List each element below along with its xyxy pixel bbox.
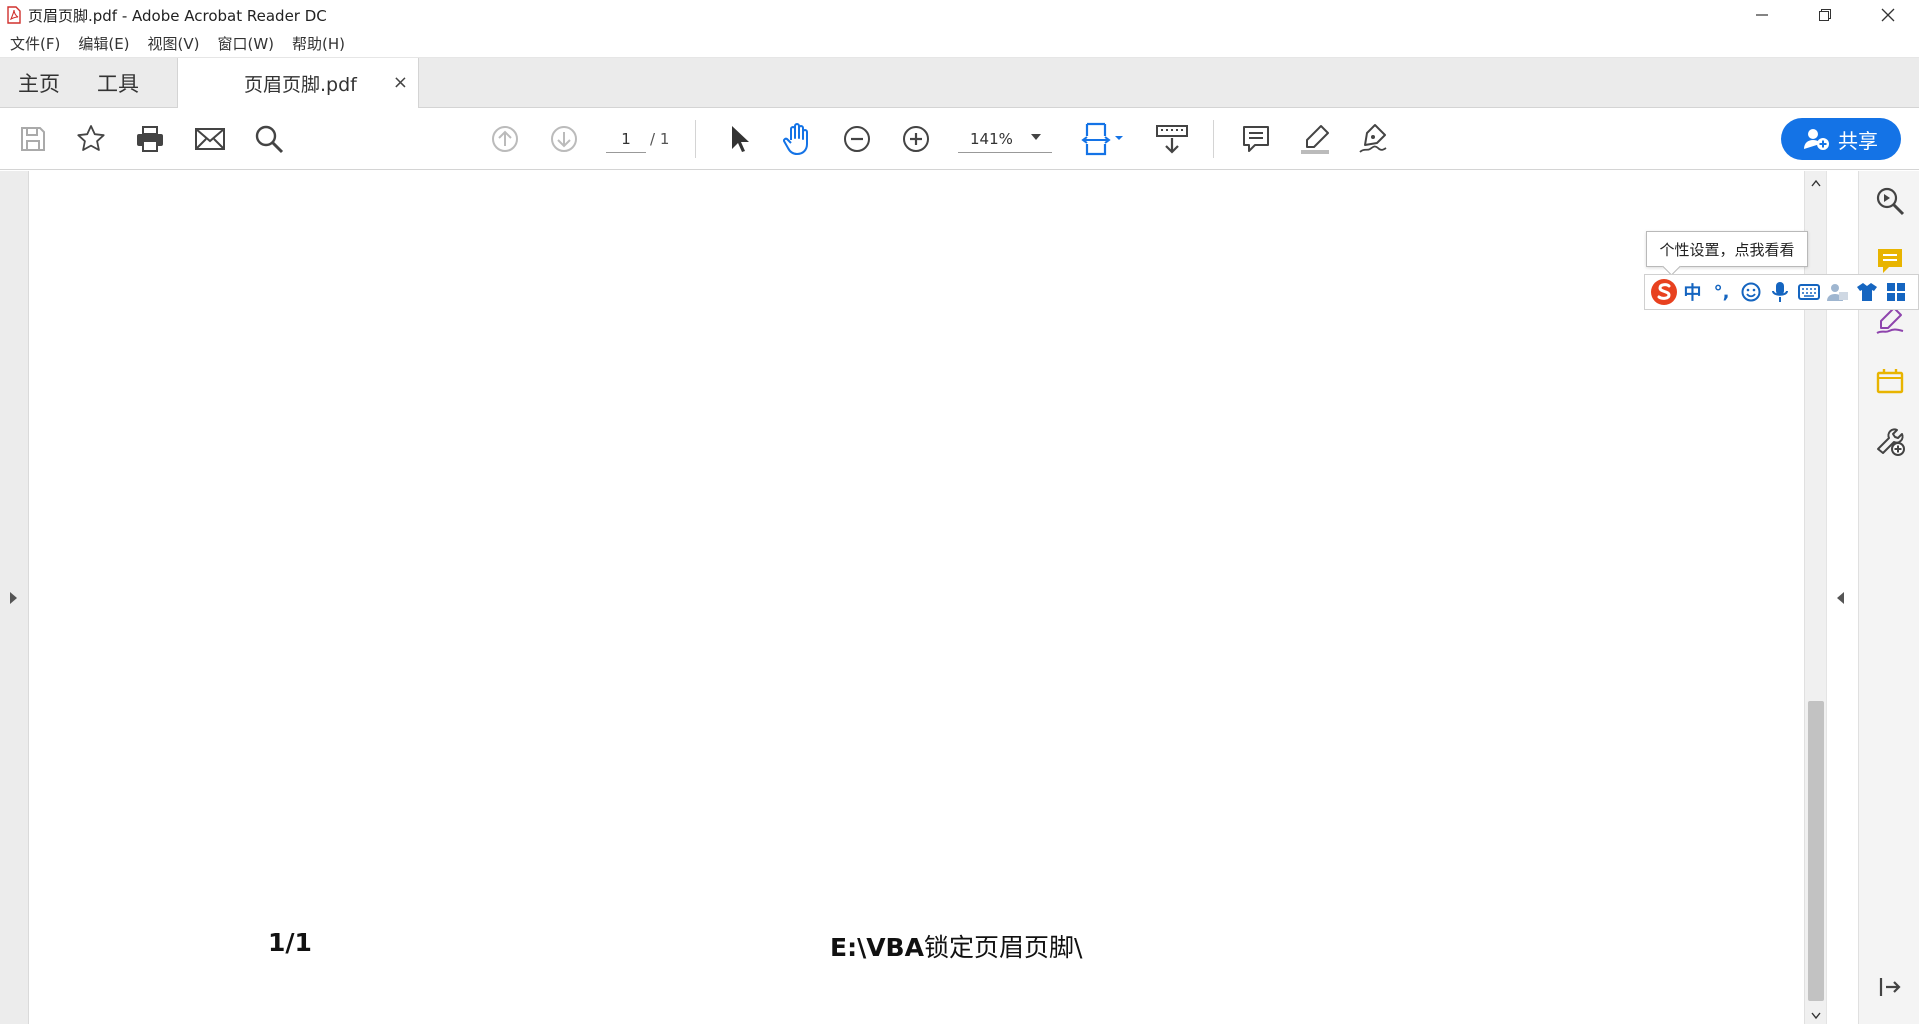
fit-page-button[interactable] — [1080, 122, 1128, 156]
footer-page-number: 1/1 — [268, 928, 312, 957]
search-button[interactable] — [252, 122, 286, 156]
search-icon — [255, 125, 284, 154]
zoom-in-button[interactable] — [899, 122, 933, 156]
stamp-icon — [1876, 369, 1904, 394]
previous-page-button[interactable] — [488, 122, 522, 156]
window-controls — [1730, 0, 1919, 30]
document-page — [30, 171, 1804, 1024]
ime-punctuation-toggle[interactable]: °, — [1707, 277, 1736, 307]
comment-tool-button[interactable] — [1874, 245, 1906, 277]
menu-window[interactable]: 窗口(W) — [218, 33, 275, 54]
arrow-up-circle-icon — [492, 126, 518, 152]
select-tool-button[interactable] — [722, 122, 756, 156]
close-tab-button[interactable]: × — [393, 72, 408, 93]
scrollbar-thumb[interactable] — [1808, 701, 1824, 1001]
toolbar-divider — [695, 120, 696, 158]
microphone-icon[interactable] — [1765, 277, 1794, 307]
bookmark-button[interactable] — [74, 122, 108, 156]
more-tools-button[interactable] — [1874, 425, 1906, 457]
hand-tool-button[interactable] — [781, 122, 815, 156]
sign-button[interactable] — [1357, 122, 1391, 156]
sogou-logo-icon[interactable] — [1649, 277, 1678, 307]
close-icon — [1881, 8, 1894, 22]
left-panel-toggle[interactable] — [0, 171, 29, 1024]
hand-icon — [783, 123, 808, 155]
highlighter-icon — [1301, 125, 1329, 154]
scroll-down-icon[interactable] — [1811, 1012, 1821, 1020]
page-number-input[interactable]: 1 — [606, 125, 646, 153]
zoom-scan-icon — [1876, 187, 1905, 216]
window-title: 页眉页脚.pdf - Adobe Acrobat Reader DC — [28, 6, 327, 25]
toolbox-grid-icon[interactable] — [1881, 277, 1910, 307]
star-icon — [77, 125, 105, 151]
fit-width-icon — [1081, 122, 1123, 156]
highlight-button[interactable] — [1298, 122, 1332, 156]
stamp-tool-button[interactable] — [1874, 365, 1906, 397]
share-label: 共享 — [1838, 128, 1878, 153]
printer-icon — [137, 126, 163, 152]
scroll-mode-button[interactable] — [1154, 122, 1190, 156]
pdf-file-icon — [6, 6, 22, 24]
plus-circle-icon — [903, 126, 929, 152]
minimize-button[interactable] — [1730, 0, 1793, 30]
menu-bar: 文件(F) 编辑(E) 视图(V) 窗口(W) 帮助(H) — [0, 30, 1919, 58]
menu-edit[interactable]: 编辑(E) — [78, 33, 129, 54]
menu-view[interactable]: 视图(V) — [148, 33, 200, 54]
wrench-add-icon — [1877, 428, 1905, 456]
fountain-pen-icon — [1359, 124, 1387, 153]
menu-help[interactable]: 帮助(H) — [292, 33, 345, 54]
footer-file-path: E:\VBA锁定页眉页脚\ — [830, 928, 1082, 964]
collapse-right-icon — [1837, 592, 1844, 604]
tab-home[interactable]: 主页 — [18, 58, 60, 108]
save-button[interactable] — [16, 122, 50, 156]
footer-path-folder: 锁定页眉页脚\ — [923, 933, 1083, 962]
print-button[interactable] — [133, 122, 167, 156]
emoji-icon[interactable] — [1736, 277, 1765, 307]
tab-document[interactable]: 页眉页脚.pdf × — [177, 58, 419, 109]
ime-toolbar: 中 °, — [1644, 274, 1919, 310]
minimize-icon — [1755, 14, 1768, 16]
scroll-up-icon[interactable] — [1811, 179, 1821, 187]
cursor-arrow-icon — [732, 126, 749, 152]
enhance-scan-button[interactable] — [1874, 185, 1906, 217]
save-icon — [21, 127, 45, 151]
add-user-icon — [1804, 127, 1830, 151]
user-account-icon[interactable] — [1823, 277, 1852, 307]
main-toolbar: 1 / 1 141% 共享 — [0, 108, 1919, 170]
comment-icon — [1878, 249, 1902, 273]
page-total: / 1 — [650, 130, 670, 148]
expand-left-icon — [10, 592, 17, 604]
minus-circle-icon — [844, 126, 870, 152]
email-button[interactable] — [193, 122, 227, 156]
arrow-down-circle-icon — [551, 126, 577, 152]
close-window-button[interactable] — [1856, 0, 1919, 30]
keyboard-scroll-icon — [1156, 125, 1188, 154]
share-button[interactable]: 共享 — [1781, 118, 1901, 160]
menu-file[interactable]: 文件(F) — [10, 33, 60, 54]
document-tab-label: 页眉页脚.pdf — [244, 74, 357, 96]
keyboard-icon[interactable] — [1794, 277, 1823, 307]
comment-icon — [1243, 126, 1269, 152]
envelope-icon — [195, 128, 225, 150]
comment-button[interactable] — [1239, 122, 1273, 156]
arrow-right-bar-icon — [1879, 978, 1901, 996]
ime-tooltip: 个性设置，点我看看 — [1646, 231, 1808, 267]
tab-bar: 主页 工具 页眉页脚.pdf × — [0, 58, 1919, 109]
footer-path-drive: E:\VBA — [830, 933, 924, 962]
next-page-button[interactable] — [547, 122, 581, 156]
toolbar-divider — [1213, 120, 1214, 158]
tab-tools[interactable]: 工具 — [97, 58, 139, 108]
chevron-down-icon[interactable] — [1031, 134, 1041, 140]
restore-button[interactable] — [1793, 0, 1856, 30]
restore-icon — [1818, 9, 1831, 21]
ime-mode-toggle[interactable]: 中 — [1678, 277, 1707, 307]
title-bar: 页眉页脚.pdf - Adobe Acrobat Reader DC — [0, 0, 1919, 30]
skin-shirt-icon[interactable] — [1852, 277, 1881, 307]
zoom-out-button[interactable] — [840, 122, 874, 156]
expand-panel-button[interactable] — [1874, 971, 1906, 1003]
